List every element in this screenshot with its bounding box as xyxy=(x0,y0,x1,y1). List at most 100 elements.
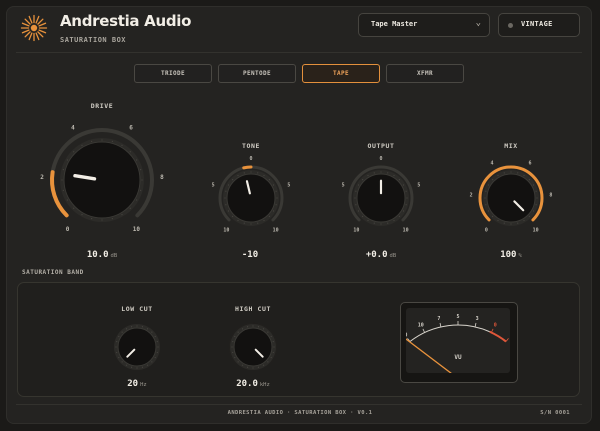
tone-body xyxy=(226,173,276,223)
vu-meter-face: 201075303VU xyxy=(406,308,510,373)
brand-name: Andrestia Audio xyxy=(60,12,192,30)
tone-grip xyxy=(263,174,265,177)
low-cut-grip xyxy=(156,340,158,343)
tone-grip xyxy=(276,197,278,199)
mix-knob[interactable]: 0 2 4 6 8 10 xyxy=(467,154,555,242)
low-cut-grip xyxy=(116,340,118,343)
mode-button-triode[interactable]: TRIODE xyxy=(134,64,212,83)
drive-tick-label: 2 xyxy=(40,174,44,181)
drive-value: 10.0 dB xyxy=(86,250,118,260)
tone-grip xyxy=(272,184,275,186)
output-grip xyxy=(367,219,369,222)
drive-grip xyxy=(111,218,113,220)
drive-body xyxy=(63,141,141,219)
logo-ray xyxy=(35,32,40,41)
tone-grip xyxy=(237,219,239,222)
mix-grip xyxy=(523,219,525,222)
mix-grip xyxy=(484,197,486,199)
output-tick-label: 10 xyxy=(353,227,359,233)
high-cut-grip xyxy=(234,335,236,338)
low-cut-grip xyxy=(141,366,144,368)
mix-value: 100% xyxy=(500,250,522,260)
mix-grip xyxy=(497,219,499,222)
mode-button-tape[interactable]: TAPE xyxy=(302,64,380,83)
high-cut-grip xyxy=(241,364,244,366)
drive-grip xyxy=(140,189,142,191)
output-grip xyxy=(380,223,382,225)
tone-grip xyxy=(275,204,277,206)
tone-knob[interactable]: 10 5 0 5 10 xyxy=(207,154,295,242)
drive-label: DRIVE xyxy=(90,102,114,110)
high-cut-label: HIGH CUT xyxy=(234,305,272,313)
drive-tick-label: 8 xyxy=(160,174,164,181)
high-cut-grip xyxy=(257,326,260,328)
output-grip xyxy=(406,197,408,199)
low-cut-grip xyxy=(130,366,133,368)
output-grip xyxy=(355,204,357,206)
drive-grip xyxy=(129,151,131,153)
mix-grip xyxy=(535,204,537,206)
logo-ray xyxy=(37,31,44,38)
drive-grip xyxy=(141,179,143,181)
low-cut-grip xyxy=(130,326,133,328)
high-cut-grip xyxy=(273,346,275,348)
tone-grip xyxy=(257,222,259,224)
high-cut-knob[interactable] xyxy=(223,318,283,378)
high-cut-grip xyxy=(252,325,254,327)
drive-grip xyxy=(136,159,138,161)
drive-grip xyxy=(81,214,83,216)
drive-grip xyxy=(73,151,75,153)
mix-label: MIX xyxy=(504,142,518,150)
output-grip xyxy=(402,210,405,212)
drive-grip xyxy=(66,199,68,201)
saturation-band-heading: SATURATION BAND xyxy=(22,269,84,276)
vu-tick xyxy=(474,322,477,327)
vu-tick xyxy=(422,328,425,333)
low-cut-knob[interactable] xyxy=(107,318,167,378)
output-grip xyxy=(393,174,395,177)
tone-tick-label: 0 xyxy=(249,156,252,162)
high-cut-grip xyxy=(234,356,236,359)
vu-scale-label: 0 xyxy=(494,322,497,328)
vintage-toggle[interactable]: VINTAGE xyxy=(498,13,580,37)
low-cut-grip xyxy=(125,328,128,330)
high-cut-grip xyxy=(257,366,260,368)
mode-button-xfmr[interactable]: XFMR xyxy=(386,64,464,83)
high-cut-grip xyxy=(237,331,239,333)
drive-grip xyxy=(62,169,64,171)
sunburst-logo-icon xyxy=(20,14,48,42)
drive-knob[interactable]: 0 2 4 6 8 10 xyxy=(38,118,166,238)
mix-tick-label: 4 xyxy=(490,161,493,167)
mix-grip xyxy=(497,174,499,177)
tone-grip xyxy=(250,171,252,173)
drive-grip xyxy=(62,189,64,191)
mode-button-pentode[interactable]: PENTODE xyxy=(218,64,296,83)
vu-meter-dial: 201075303VU xyxy=(406,314,509,373)
output-grip xyxy=(373,172,375,174)
output-grip xyxy=(405,204,407,206)
vu-scale-label: 5 xyxy=(456,314,459,320)
drive-grip xyxy=(91,218,93,220)
mix-grip xyxy=(487,184,490,186)
tone-grip xyxy=(232,215,234,217)
tone-grip xyxy=(243,172,245,174)
output-grip xyxy=(373,222,375,224)
tone-grip xyxy=(227,184,230,186)
output-knob[interactable]: 10 5 0 5 10 xyxy=(337,154,425,242)
tone-grip xyxy=(232,179,234,181)
low-cut-grip xyxy=(154,335,156,338)
serial-number: S/N 0001 xyxy=(540,410,570,416)
high-cut-grip xyxy=(272,340,274,343)
low-cut-grip xyxy=(115,346,117,348)
logo-ray xyxy=(38,29,47,34)
chevron-down-icon: ⌄ xyxy=(475,18,481,28)
high-cut-grip xyxy=(246,366,249,368)
output-grip xyxy=(387,222,389,224)
output-grip xyxy=(355,190,357,192)
mix-grip xyxy=(535,190,537,192)
output-value: +0.0 dB xyxy=(365,250,397,260)
output-tick-label: 10 xyxy=(403,227,409,233)
logo-ray xyxy=(37,18,44,25)
output-grip xyxy=(398,179,400,181)
preset-dropdown[interactable]: Tape Master ⌄ xyxy=(358,13,490,37)
